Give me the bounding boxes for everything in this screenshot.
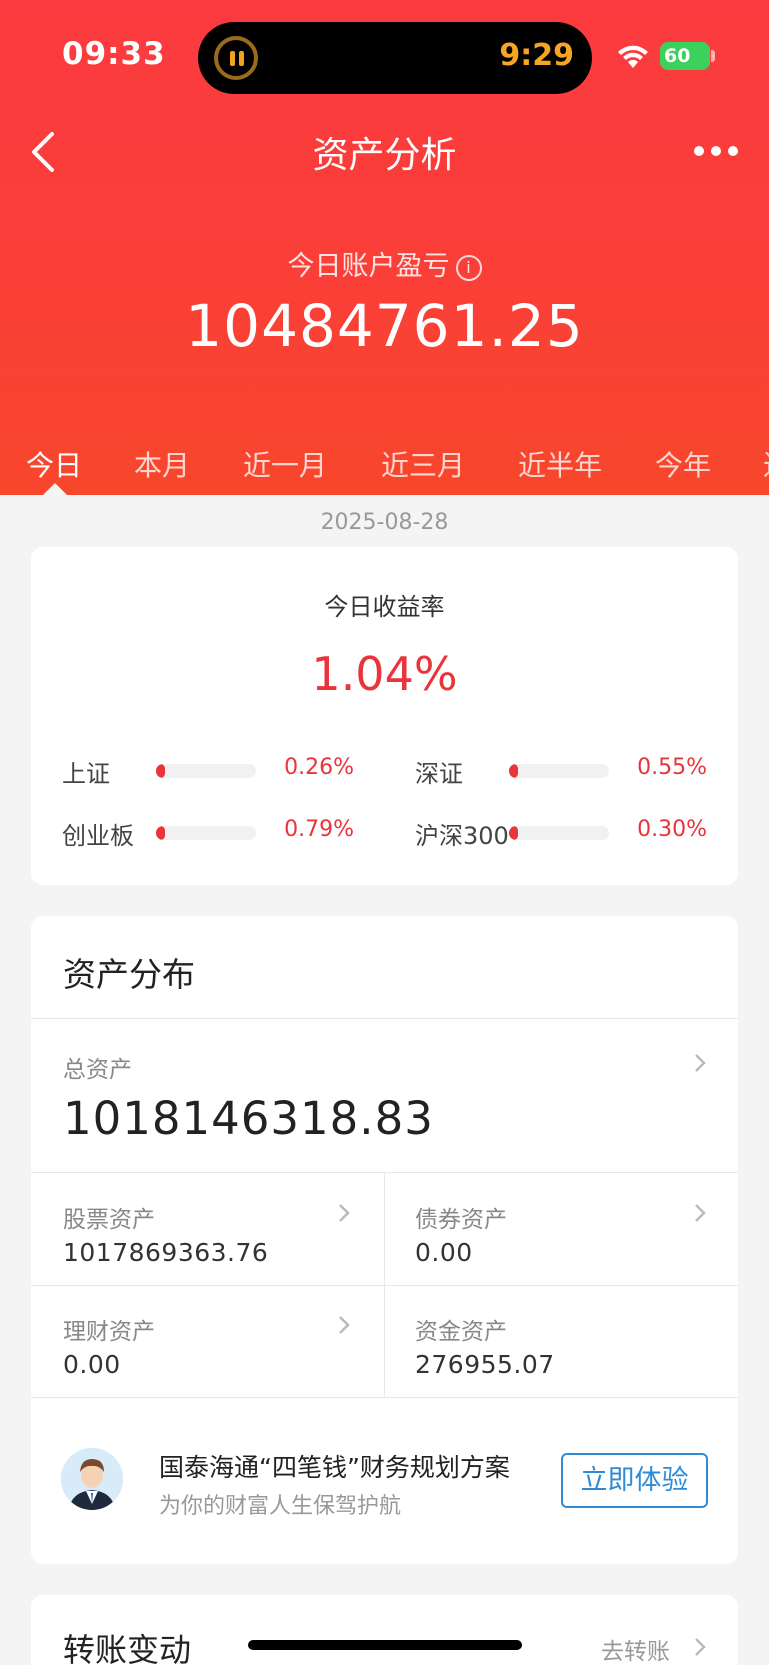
bond-assets-value: 0.00: [415, 1238, 473, 1267]
tab-more[interactable]: 近: [763, 444, 769, 484]
wealth-assets-label[interactable]: 理财资产: [63, 1312, 155, 1346]
pnl-label-row: 今日账户盈亏 i: [0, 244, 769, 283]
active-tab-indicator: [43, 483, 67, 495]
index-bar-fill: [509, 826, 518, 840]
index-value: 0.55%: [637, 755, 707, 780]
divider: [31, 1018, 738, 1019]
tab-this-year[interactable]: 今年: [655, 444, 711, 484]
battery-level: 60: [664, 45, 691, 67]
returns-card: 今日收益率 1.04% 上证 0.26% 深证 0.55% 创业板 0.79% …: [31, 547, 738, 885]
index-bar-track: [509, 826, 609, 840]
index-value: 0.26%: [284, 755, 354, 780]
stock-assets-value: 1017869363.76: [63, 1238, 269, 1267]
index-value: 0.79%: [284, 817, 354, 842]
date-label: 2025-08-28: [320, 510, 449, 535]
index-row: 沪深300 0.30%: [415, 812, 707, 852]
battery-nub: [711, 50, 715, 62]
advisor-avatar-image: [61, 1448, 123, 1510]
go-transfer-link[interactable]: 去转账: [601, 1632, 670, 1665]
chevron-right-icon[interactable]: [337, 1314, 351, 1336]
advisor-avatar: [61, 1448, 123, 1510]
battery-icon: 60: [660, 42, 710, 70]
total-assets-value[interactable]: 1018146318.83: [63, 1092, 434, 1145]
pause-icon[interactable]: [214, 36, 258, 80]
pnl-label: 今日账户盈亏: [287, 251, 450, 282]
bond-assets-label[interactable]: 债券资产: [415, 1200, 507, 1234]
index-bar-fill: [156, 826, 165, 840]
asset-distribution-card: 资产分布 总资产 1018146318.83 股票资产 1017869363.7…: [31, 916, 738, 1564]
divider: [31, 1397, 738, 1398]
tab-last-month[interactable]: 近一月: [243, 444, 327, 484]
total-assets-label: 总资产: [63, 1057, 132, 1083]
index-row: 上证 0.26%: [62, 750, 354, 790]
promo-subtitle: 为你的财富人生保驾护航: [159, 1494, 402, 1519]
index-bar-track: [509, 764, 609, 778]
tab-last-3-months[interactable]: 近三月: [381, 444, 465, 484]
island-timer: 9:29: [499, 38, 574, 73]
tab-this-month[interactable]: 本月: [134, 444, 190, 484]
index-bar-fill: [156, 764, 165, 778]
cash-assets-label: 资金资产: [415, 1319, 507, 1345]
chevron-right-icon[interactable]: [337, 1202, 351, 1224]
chevron-right-icon[interactable]: [693, 1202, 707, 1224]
promo-title: 国泰海通“四笔钱”财务规划方案: [159, 1453, 510, 1482]
index-value: 0.30%: [637, 817, 707, 842]
index-name: 上证: [62, 760, 110, 788]
index-name: 创业板: [62, 822, 134, 850]
dynamic-island[interactable]: 9:29: [198, 22, 592, 94]
more-options-icon[interactable]: [694, 140, 740, 160]
period-tabs: 今日 本月 近一月 近三月 近半年 今年 近: [0, 440, 769, 495]
back-arrow-icon[interactable]: [28, 130, 58, 174]
tab-today[interactable]: 今日: [26, 444, 82, 484]
page-title: 资产分析: [312, 135, 457, 176]
return-rate-value: 1.04%: [311, 647, 458, 701]
divider: [384, 1172, 385, 1397]
cash-assets-value: 276955.07: [415, 1350, 555, 1379]
stock-assets-label[interactable]: 股票资产: [63, 1200, 155, 1234]
index-row: 创业板 0.79%: [62, 812, 354, 852]
home-indicator[interactable]: [248, 1640, 522, 1650]
wifi-icon: [618, 45, 648, 68]
return-rate-label: 今日收益率: [324, 593, 445, 621]
chevron-right-icon[interactable]: [693, 1636, 707, 1658]
transfer-card: 转账变动 去转账: [31, 1595, 738, 1665]
index-name: 沪深300: [415, 822, 509, 850]
transfer-title: 转账变动: [63, 1631, 192, 1665]
index-bar-track: [156, 764, 256, 778]
info-icon[interactable]: i: [455, 254, 482, 281]
index-row: 深证 0.55%: [415, 750, 707, 790]
section-title: 资产分布: [63, 955, 195, 994]
wealth-assets-value: 0.00: [63, 1350, 121, 1379]
status-time: 09:33: [62, 36, 166, 72]
chevron-right-icon[interactable]: [693, 1052, 707, 1074]
index-bar-fill: [509, 764, 518, 778]
pnl-value: 10484761.25: [185, 292, 584, 360]
tab-last-6-months[interactable]: 近半年: [518, 444, 602, 484]
try-now-button[interactable]: 立即体验: [561, 1453, 708, 1508]
index-bar-track: [156, 826, 256, 840]
index-name: 深证: [415, 760, 463, 788]
